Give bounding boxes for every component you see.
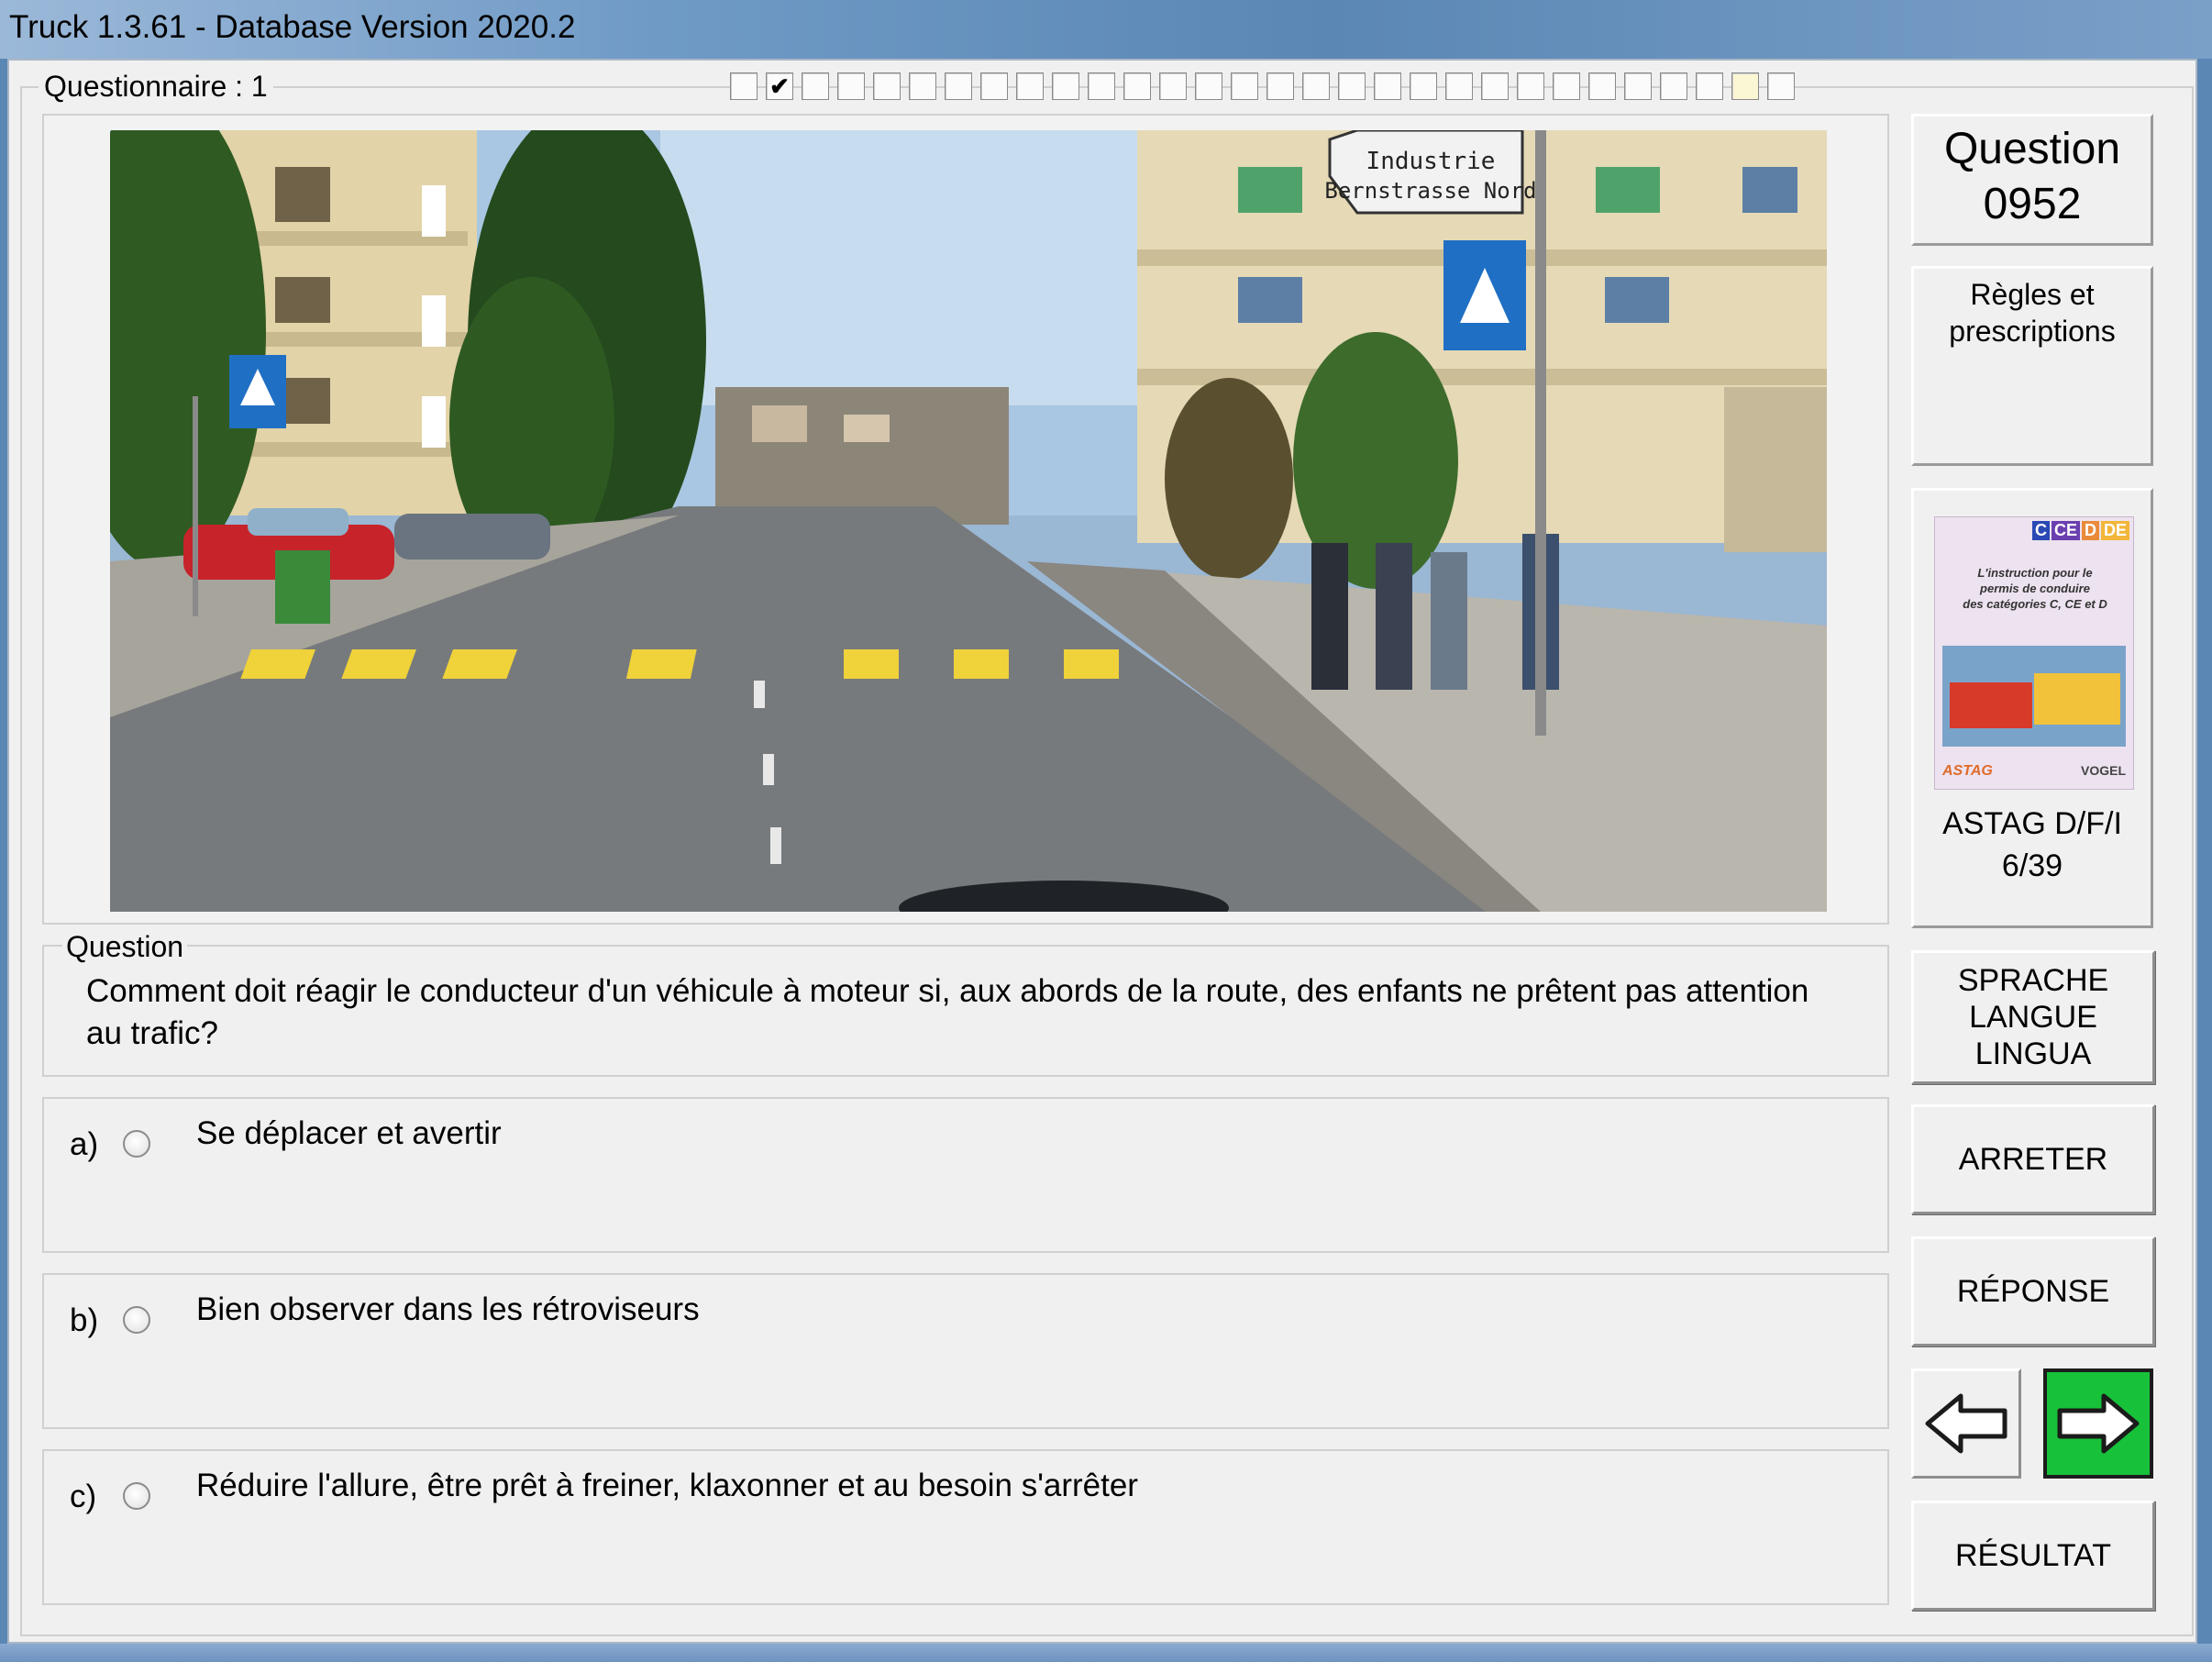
progress-box	[1016, 72, 1044, 100]
questionnaire-label: Questionnaire : 1	[39, 70, 273, 104]
question-text: Comment doit réagir le conducteur d'un v…	[86, 973, 1809, 1051]
cover-badge: D	[2081, 521, 2099, 540]
answer-text: Réduire l'allure, être prêt à freiner, k…	[196, 1468, 1138, 1503]
progress-box	[1731, 72, 1759, 100]
answer-text: Bien observer dans les rétroviseurs	[196, 1291, 700, 1327]
next-button[interactable]	[2043, 1368, 2153, 1479]
question-number-panel: Question 0952	[1911, 114, 2153, 246]
progress-box	[1266, 72, 1294, 100]
progress-box	[1624, 72, 1652, 100]
progress-box	[1410, 72, 1437, 100]
source-panel: C CE D DE L'instruction pour le permis d…	[1911, 488, 2153, 928]
answer-radio[interactable]	[123, 1130, 150, 1158]
language-label: SPRACHE	[1957, 963, 2109, 998]
source-name: ASTAG D/F/I	[1942, 806, 2122, 841]
answer-text: Se déplacer et avertir	[196, 1115, 502, 1151]
answer-radio[interactable]	[123, 1306, 150, 1334]
progress-box	[730, 72, 758, 100]
progress-box	[1123, 72, 1151, 100]
window-bottom-edge	[0, 1644, 2212, 1662]
cover-badge: CE	[2051, 521, 2080, 540]
response-button[interactable]: RÉPONSE	[1911, 1236, 2155, 1346]
window-title: Truck 1.3.61 - Database Version 2020.2	[9, 9, 576, 45]
progress-box	[1052, 72, 1079, 100]
answer-a[interactable]: a) Se déplacer et avertir	[42, 1097, 1889, 1253]
progress-box	[980, 72, 1008, 100]
title-bar: Truck 1.3.61 - Database Version 2020.2	[0, 0, 2212, 59]
category-line2: prescriptions	[1949, 315, 2116, 348]
progress-box	[1588, 72, 1616, 100]
book-cover-image: C CE D DE L'instruction pour le permis d…	[1934, 516, 2134, 790]
question-number-label: Question	[1943, 125, 2121, 173]
answer-b[interactable]: b) Bien observer dans les rétroviseurs	[42, 1273, 1889, 1429]
arrow-left-icon	[1925, 1393, 2007, 1454]
sign-line2: Bernstrasse Nord	[1324, 178, 1536, 204]
sign-line1: Industrie	[1366, 148, 1496, 175]
result-button[interactable]: RÉSULTAT	[1911, 1501, 2155, 1611]
previous-button[interactable]	[1911, 1368, 2021, 1479]
arrow-right-icon	[2057, 1393, 2140, 1454]
cover-logo: VOGEL	[2080, 763, 2126, 778]
progress-box	[1767, 72, 1795, 100]
progress-box	[1445, 72, 1473, 100]
cover-text: des catégories C, CE et D	[1963, 597, 2107, 611]
progress-box	[945, 72, 972, 100]
category-line1: Règles et	[1970, 278, 2095, 311]
progress-box	[1195, 72, 1222, 100]
progress-box	[1553, 72, 1580, 100]
progress-box	[1231, 72, 1258, 100]
progress-box	[1481, 72, 1509, 100]
answer-radio[interactable]	[123, 1482, 150, 1510]
result-label: RÉSULTAT	[1954, 1538, 2112, 1573]
question-photo: Industrie Bernstrasse Nord	[110, 130, 1827, 912]
progress-box	[873, 72, 901, 100]
stop-button[interactable]: ARRETER	[1911, 1104, 2155, 1214]
progress-box: ✔	[766, 72, 793, 100]
progress-box	[837, 72, 865, 100]
cover-badge: DE	[2100, 521, 2129, 540]
question-number-value: 0952	[1983, 180, 2082, 228]
progress-box	[1660, 72, 1687, 100]
cover-badge: C	[2031, 521, 2050, 540]
source-page: 6/39	[2001, 848, 2063, 883]
cover-text: permis de conduire	[1980, 582, 2090, 595]
answer-c[interactable]: c) Réduire l'allure, être prêt à freiner…	[42, 1449, 1889, 1605]
progress-box	[1696, 72, 1723, 100]
progress-box	[1159, 72, 1187, 100]
cover-logo: ASTAG	[1942, 763, 1993, 779]
progress-box	[1302, 72, 1330, 100]
question-legend: Question	[62, 930, 188, 964]
answer-letter: b)	[70, 1302, 99, 1338]
stop-label: ARRETER	[1958, 1142, 2108, 1177]
category-panel: Règles et prescriptions	[1911, 266, 2153, 466]
answer-letter: a)	[70, 1126, 99, 1162]
progress-box	[909, 72, 936, 100]
progress-box	[1088, 72, 1115, 100]
answer-letter: c)	[70, 1479, 97, 1514]
question-progress: ✔	[730, 72, 1795, 102]
language-button[interactable]: SPRACHE LANGUE LINGUA	[1911, 950, 2155, 1084]
language-label: LANGUE	[1969, 1000, 2097, 1035]
progress-box	[1517, 72, 1544, 100]
cover-text: L'instruction pour le	[1977, 566, 2093, 580]
progress-box	[1374, 72, 1401, 100]
progress-box	[1338, 72, 1366, 100]
response-label: RÉPONSE	[1956, 1274, 2110, 1309]
language-label: LINGUA	[1974, 1036, 2092, 1071]
progress-box	[802, 72, 829, 100]
